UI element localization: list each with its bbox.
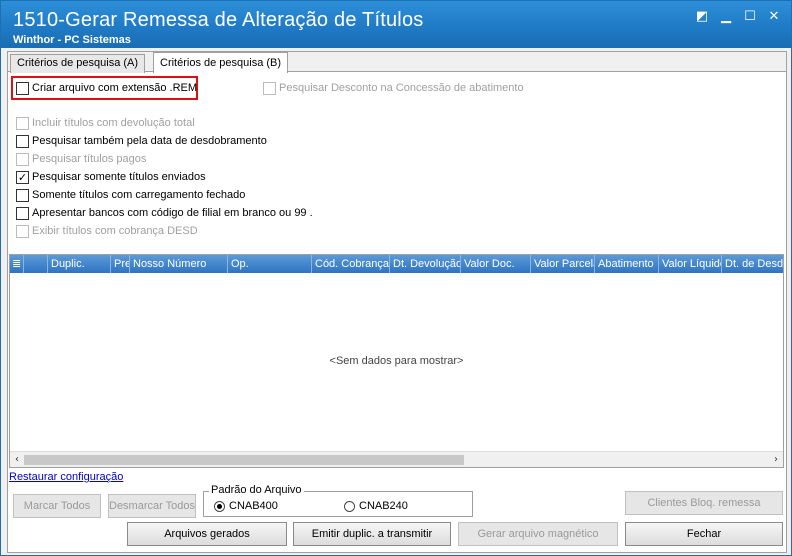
col-nosso-numero[interactable]: Nosso Número <box>130 255 228 273</box>
col-duplic[interactable]: Duplic. <box>48 255 111 273</box>
horizontal-scrollbar[interactable]: ‹ › <box>10 451 783 467</box>
tab-criterios-a[interactable]: Critérios de pesquisa (A) <box>10 54 146 73</box>
scrollbar-thumb[interactable] <box>24 455 464 465</box>
clientes-bloq-button[interactable]: Clientes Bloq. remessa <box>625 491 783 515</box>
checkbox-pesquisar-desconto[interactable] <box>263 81 276 95</box>
checkbox-somente-enviados[interactable]: ✓ <box>16 170 29 184</box>
grid-empty-message: <Sem dados para mostrar> <box>329 355 464 367</box>
col-op[interactable]: Op. <box>228 255 312 273</box>
option-exibir-desd[interactable]: Exibir títulos com cobrança DESD <box>16 223 198 239</box>
label-pesquisar-pagos: Pesquisar títulos pagos <box>32 153 147 165</box>
label-carregamento-fechado: Somente títulos com carregamento fechado <box>32 189 246 201</box>
desmarcar-todos-button[interactable]: Desmarcar Todos <box>108 494 196 518</box>
close-button[interactable]: ✕ <box>763 7 785 25</box>
window-subtitle: Winthor - PC Sistemas <box>13 34 131 46</box>
radio-cnab240[interactable]: CNAB240 <box>344 500 408 512</box>
checkbox-bancos-filial[interactable] <box>16 206 29 220</box>
padrao-arquivo-title: Padrão do Arquivo <box>209 484 304 496</box>
window-title: 1510-Gerar Remessa de Alteração de Títul… <box>13 9 424 31</box>
col-valor-parcela[interactable]: Valor Parcela <box>531 255 595 273</box>
padrao-arquivo-group: Padrão do Arquivo CNAB400 CNAB240 <box>203 484 473 517</box>
checkbox-incluir-devolucao[interactable] <box>16 116 29 130</box>
gerar-arquivo-button[interactable]: Gerar arquivo magnético <box>458 522 618 546</box>
option-incluir-devolucao[interactable]: Incluir títulos com devolução total <box>16 115 195 131</box>
restore-layout-icon[interactable]: ◩ <box>691 7 713 25</box>
radio-cnab240-indicator[interactable] <box>344 500 355 512</box>
title-bar[interactable]: 1510-Gerar Remessa de Alteração de Títul… <box>1 1 791 48</box>
option-carregamento-fechado[interactable]: Somente títulos com carregamento fechado <box>16 187 245 203</box>
tab-criterios-b[interactable]: Critérios de pesquisa (B) <box>153 52 289 73</box>
checkbox-criar-arquivo[interactable] <box>16 81 29 95</box>
checkbox-pesquisar-pagos[interactable] <box>16 152 29 166</box>
grid-header: ≣ Duplic. Pre Nosso Número Op. Cód. Cobr… <box>10 255 783 273</box>
main-window: 1510-Gerar Remessa de Alteração de Títul… <box>0 0 792 556</box>
tab-strip: Critérios de pesquisa (A) Critérios de p… <box>8 52 786 73</box>
col-pre[interactable]: Pre <box>111 255 130 273</box>
col-dt-desdobramento[interactable]: Dt. de Desdo <box>722 255 783 273</box>
checkbox-pesquisar-desdobramento[interactable] <box>16 134 29 148</box>
label-somente-enviados: Pesquisar somente títulos enviados <box>32 171 206 183</box>
radio-cnab400-label: CNAB400 <box>229 500 278 512</box>
checkbox-carregamento-fechado[interactable] <box>16 188 29 202</box>
option-bancos-filial[interactable]: Apresentar bancos com código de filial e… <box>16 205 313 221</box>
marcar-todos-button[interactable]: Marcar Todos <box>13 494 101 518</box>
fechar-button[interactable]: Fechar <box>625 522 783 546</box>
label-exibir-desd: Exibir títulos com cobrança DESD <box>32 225 198 237</box>
emitir-duplic-button[interactable]: Emitir duplic. a transmitir <box>293 522 451 546</box>
label-bancos-filial: Apresentar bancos com código de filial e… <box>32 207 313 219</box>
checkbox-exibir-desd[interactable] <box>16 224 29 238</box>
col-dt-devolucao[interactable]: Dt. Devolução <box>390 255 461 273</box>
col-abatimento[interactable]: Abatimento <box>595 255 659 273</box>
col-valor-doc[interactable]: Valor Doc. <box>461 255 531 273</box>
label-pesquisar-desdobramento: Pesquisar também pela data de desdobrame… <box>32 135 267 147</box>
maximize-button[interactable]: ☐ <box>739 7 761 25</box>
option-somente-enviados[interactable]: ✓ Pesquisar somente títulos enviados <box>16 169 206 185</box>
col-cod-cobranca[interactable]: Cód. Cobrança <box>312 255 390 273</box>
radio-cnab240-label: CNAB240 <box>359 500 408 512</box>
radio-cnab400-indicator[interactable] <box>214 500 225 512</box>
grid-menu-icon[interactable]: ≣ <box>10 255 24 273</box>
client-area: Critérios de pesquisa (A) Critérios de p… <box>7 51 787 553</box>
minimize-button[interactable]: ▁ <box>715 7 737 25</box>
arquivos-gerados-button[interactable]: Arquivos gerados <box>127 522 287 546</box>
restore-config-link[interactable]: Restaurar configuração <box>9 471 123 483</box>
option-pesquisar-pagos[interactable]: Pesquisar títulos pagos <box>16 151 146 167</box>
label-pesquisar-desconto: Pesquisar Desconto na Concessão de abati… <box>279 82 524 94</box>
option-criar-arquivo[interactable]: Criar arquivo com extensão .REM <box>16 80 197 96</box>
results-grid[interactable]: ≣ Duplic. Pre Nosso Número Op. Cód. Cobr… <box>9 254 784 468</box>
option-pesquisar-desdobramento[interactable]: Pesquisar também pela data de desdobrame… <box>16 133 267 149</box>
grid-select-column[interactable] <box>24 255 48 273</box>
option-pesquisar-desconto[interactable]: Pesquisar Desconto na Concessão de abati… <box>263 80 524 96</box>
label-incluir-devolucao: Incluir títulos com devolução total <box>32 117 195 129</box>
scroll-left-icon[interactable]: ‹ <box>10 452 24 468</box>
radio-cnab400[interactable]: CNAB400 <box>214 500 278 512</box>
scroll-right-icon[interactable]: › <box>769 452 783 468</box>
col-valor-liquido[interactable]: Valor Líquido <box>659 255 722 273</box>
label-criar-arquivo: Criar arquivo com extensão .REM <box>32 82 198 94</box>
